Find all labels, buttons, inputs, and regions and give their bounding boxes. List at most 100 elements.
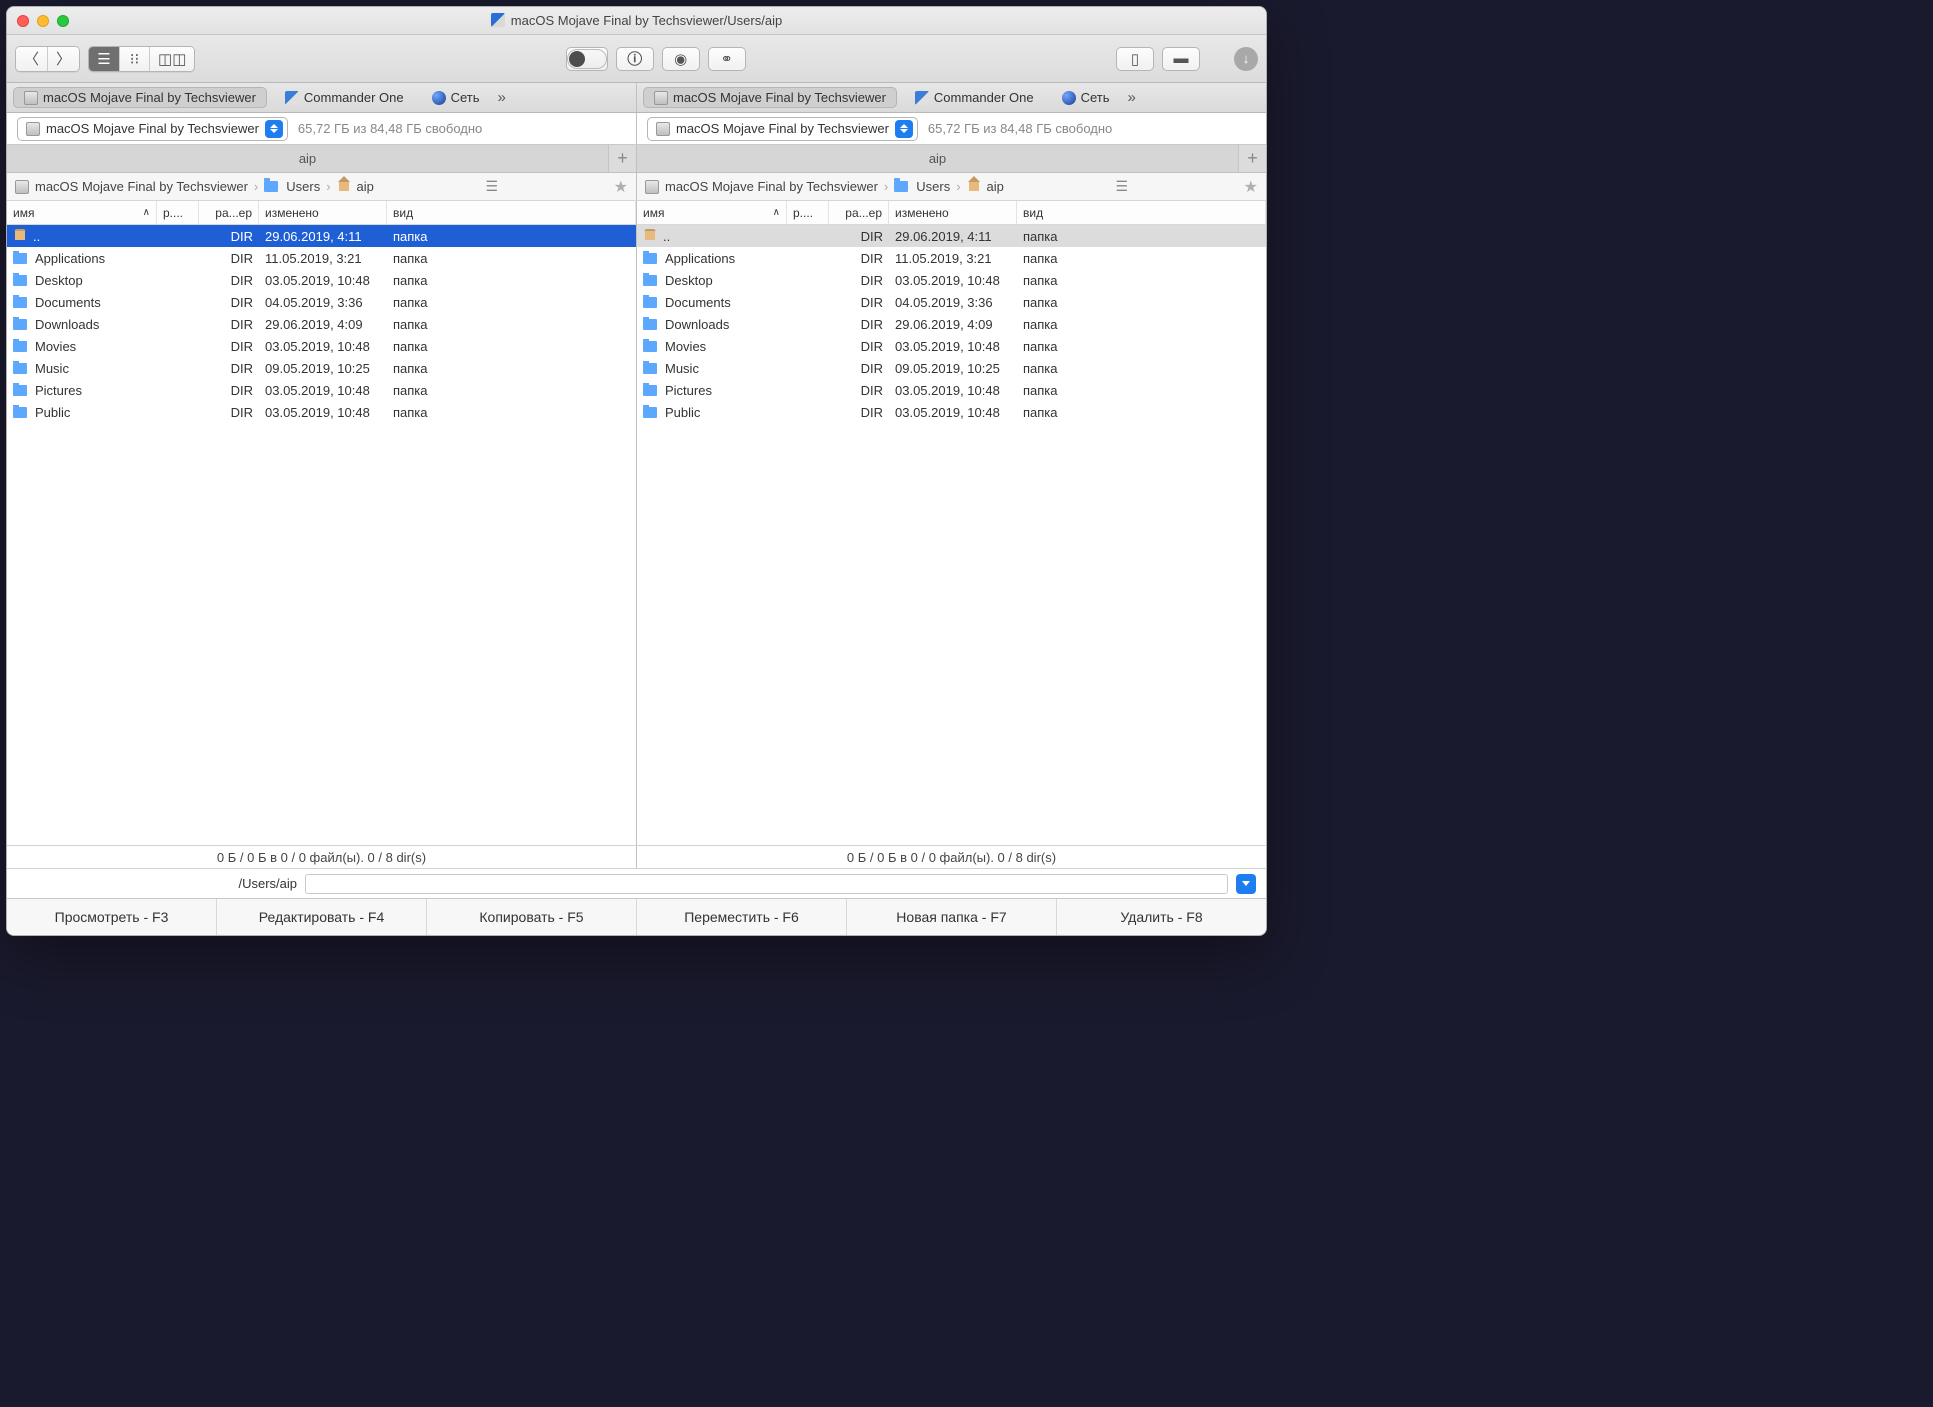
list-view-icon[interactable]: ☰: [1116, 178, 1129, 195]
home-icon: [967, 181, 981, 193]
info-button[interactable]: ⓘ: [616, 47, 654, 71]
nav-group: 〈 〉: [15, 46, 80, 72]
file-list[interactable]: ..DIR29.06.2019, 4:11папкаApplicationsDI…: [7, 225, 636, 845]
file-row[interactable]: ApplicationsDIR11.05.2019, 3:21папка: [7, 247, 636, 269]
file-row[interactable]: DownloadsDIR29.06.2019, 4:09папка: [637, 313, 1266, 335]
file-row[interactable]: PicturesDIR03.05.2019, 10:48папка: [7, 379, 636, 401]
sort-asc-icon: ∧: [773, 207, 780, 218]
file-row[interactable]: MusicDIR09.05.2019, 10:25папка: [637, 357, 1266, 379]
view-mode-group: ☰ ⁝⁝ ◫◫: [88, 46, 195, 72]
fkey-button[interactable]: Редактировать - F4: [217, 899, 427, 935]
command-input[interactable]: [305, 874, 1228, 894]
forward-button[interactable]: 〉: [47, 47, 79, 71]
file-row[interactable]: MoviesDIR03.05.2019, 10:48папка: [7, 335, 636, 357]
folder-icon: [13, 319, 27, 330]
volume-tab[interactable]: Сеть: [1052, 88, 1120, 107]
fkey-button[interactable]: Переместить - F6: [637, 899, 847, 935]
status-bar: 0 Б / 0 Б в 0 / 0 файл(ы). 0 / 8 dir(s) …: [7, 845, 1266, 869]
column-headers[interactable]: имя∧ р.... ра...ер изменено вид: [637, 201, 1266, 225]
minimize-button[interactable]: [37, 15, 49, 27]
file-row[interactable]: PublicDIR03.05.2019, 10:48папка: [7, 401, 636, 423]
file-list[interactable]: ..DIR29.06.2019, 4:11папкаApplicationsDI…: [637, 225, 1266, 845]
folder-icon: [264, 181, 278, 192]
volume-tab[interactable]: macOS Mojave Final by Techsviewer: [13, 87, 267, 108]
folder-icon: [894, 181, 908, 192]
breadcrumb-item[interactable]: Users: [286, 179, 320, 194]
toolbar: 〈 〉 ☰ ⁝⁝ ◫◫ ⓘ ◉ ⚭ ▯ ▬ ↓: [7, 35, 1266, 83]
downloads-button[interactable]: ↓: [1234, 47, 1258, 71]
volume-select[interactable]: macOS Mojave Final by Techsviewer: [17, 117, 288, 141]
fullscreen-button[interactable]: [57, 15, 69, 27]
breadcrumb-row: macOS Mojave Final by Techsviewer › User…: [7, 173, 1266, 201]
view-columns-button[interactable]: ⁝⁝: [119, 47, 149, 71]
favorite-button[interactable]: ★: [1244, 177, 1258, 197]
favorite-button[interactable]: ★: [614, 177, 628, 197]
status-text: 0 Б / 0 Б в 0 / 0 файл(ы). 0 / 8 dir(s): [636, 846, 1266, 868]
app-icon: [285, 91, 299, 105]
file-row[interactable]: ApplicationsDIR11.05.2019, 3:21папка: [637, 247, 1266, 269]
home-icon: [13, 230, 27, 242]
folder-icon: [13, 341, 27, 352]
connect-button[interactable]: ▬: [1162, 47, 1200, 71]
file-row[interactable]: ..DIR29.06.2019, 4:11папка: [7, 225, 636, 247]
volume-select[interactable]: macOS Mojave Final by Techsviewer: [647, 117, 918, 141]
compare-button[interactable]: ⚭: [708, 47, 746, 71]
folder-icon: [13, 253, 27, 264]
close-button[interactable]: [17, 15, 29, 27]
volume-tab[interactable]: Сеть: [422, 88, 490, 107]
fkey-button[interactable]: Удалить - F8: [1057, 899, 1266, 935]
folder-icon: [13, 363, 27, 374]
back-button[interactable]: 〈: [16, 47, 47, 71]
breadcrumb-item[interactable]: aip: [357, 179, 374, 194]
left-pane: имя∧ р.... ра...ер изменено вид ..DIR29.…: [7, 201, 636, 845]
file-row[interactable]: MusicDIR09.05.2019, 10:25папка: [7, 357, 636, 379]
file-row[interactable]: DesktopDIR03.05.2019, 10:48папка: [7, 269, 636, 291]
disk-icon: [656, 122, 670, 136]
breadcrumb-item[interactable]: aip: [987, 179, 1004, 194]
breadcrumb-item[interactable]: macOS Mojave Final by Techsviewer: [35, 179, 248, 194]
folder-icon: [13, 407, 27, 418]
add-tab-button[interactable]: +: [608, 145, 636, 172]
more-tabs-button[interactable]: »: [498, 89, 506, 106]
file-row[interactable]: DocumentsDIR04.05.2019, 3:36папка: [637, 291, 1266, 313]
folder-icon: [13, 275, 27, 286]
path-tabs-row: aip + aip +: [7, 145, 1266, 173]
home-icon: [643, 230, 657, 242]
toggle-button[interactable]: [566, 47, 608, 71]
add-tab-button[interactable]: +: [1238, 145, 1266, 172]
volume-tab[interactable]: Commander One: [905, 88, 1044, 107]
more-tabs-button[interactable]: »: [1128, 89, 1136, 106]
view-list-button[interactable]: ☰: [89, 47, 119, 71]
file-row[interactable]: DocumentsDIR04.05.2019, 3:36папка: [7, 291, 636, 313]
file-row[interactable]: PublicDIR03.05.2019, 10:48папка: [637, 401, 1266, 423]
volume-tab[interactable]: Commander One: [275, 88, 414, 107]
fkey-button[interactable]: Просмотреть - F3: [7, 899, 217, 935]
right-pane: имя∧ р.... ра...ер изменено вид ..DIR29.…: [636, 201, 1266, 845]
view-icons-button[interactable]: ◫◫: [149, 47, 194, 71]
path-tab[interactable]: aip: [7, 145, 608, 172]
file-row[interactable]: DownloadsDIR29.06.2019, 4:09папка: [7, 313, 636, 335]
app-window: macOS Mojave Final by Techsviewer/Users/…: [6, 6, 1267, 936]
column-headers[interactable]: имя∧ р.... ра...ер изменено вид: [7, 201, 636, 225]
archive-button[interactable]: ▯: [1116, 47, 1154, 71]
fkey-button[interactable]: Копировать - F5: [427, 899, 637, 935]
file-row[interactable]: ..DIR29.06.2019, 4:11папка: [637, 225, 1266, 247]
folder-icon: [643, 297, 657, 308]
file-row[interactable]: MoviesDIR03.05.2019, 10:48папка: [637, 335, 1266, 357]
fkey-button[interactable]: Новая папка - F7: [847, 899, 1057, 935]
file-row[interactable]: PicturesDIR03.05.2019, 10:48папка: [637, 379, 1266, 401]
folder-icon: [643, 253, 657, 264]
list-view-icon[interactable]: ☰: [486, 178, 499, 195]
volume-tab[interactable]: macOS Mojave Final by Techsviewer: [643, 87, 897, 108]
file-row[interactable]: DesktopDIR03.05.2019, 10:48папка: [637, 269, 1266, 291]
path-tab[interactable]: aip: [637, 145, 1238, 172]
preview-button[interactable]: ◉: [662, 47, 700, 71]
history-dropdown[interactable]: [1236, 874, 1256, 894]
cmd-path: /Users/aip: [17, 876, 297, 891]
breadcrumb-item[interactable]: macOS Mojave Final by Techsviewer: [665, 179, 878, 194]
breadcrumb-item[interactable]: Users: [916, 179, 950, 194]
disk-icon: [654, 91, 668, 105]
window-title: macOS Mojave Final by Techsviewer/Users/…: [7, 13, 1266, 28]
volume-select-row: macOS Mojave Final by Techsviewer65,72 Г…: [7, 113, 1266, 145]
folder-icon: [643, 341, 657, 352]
